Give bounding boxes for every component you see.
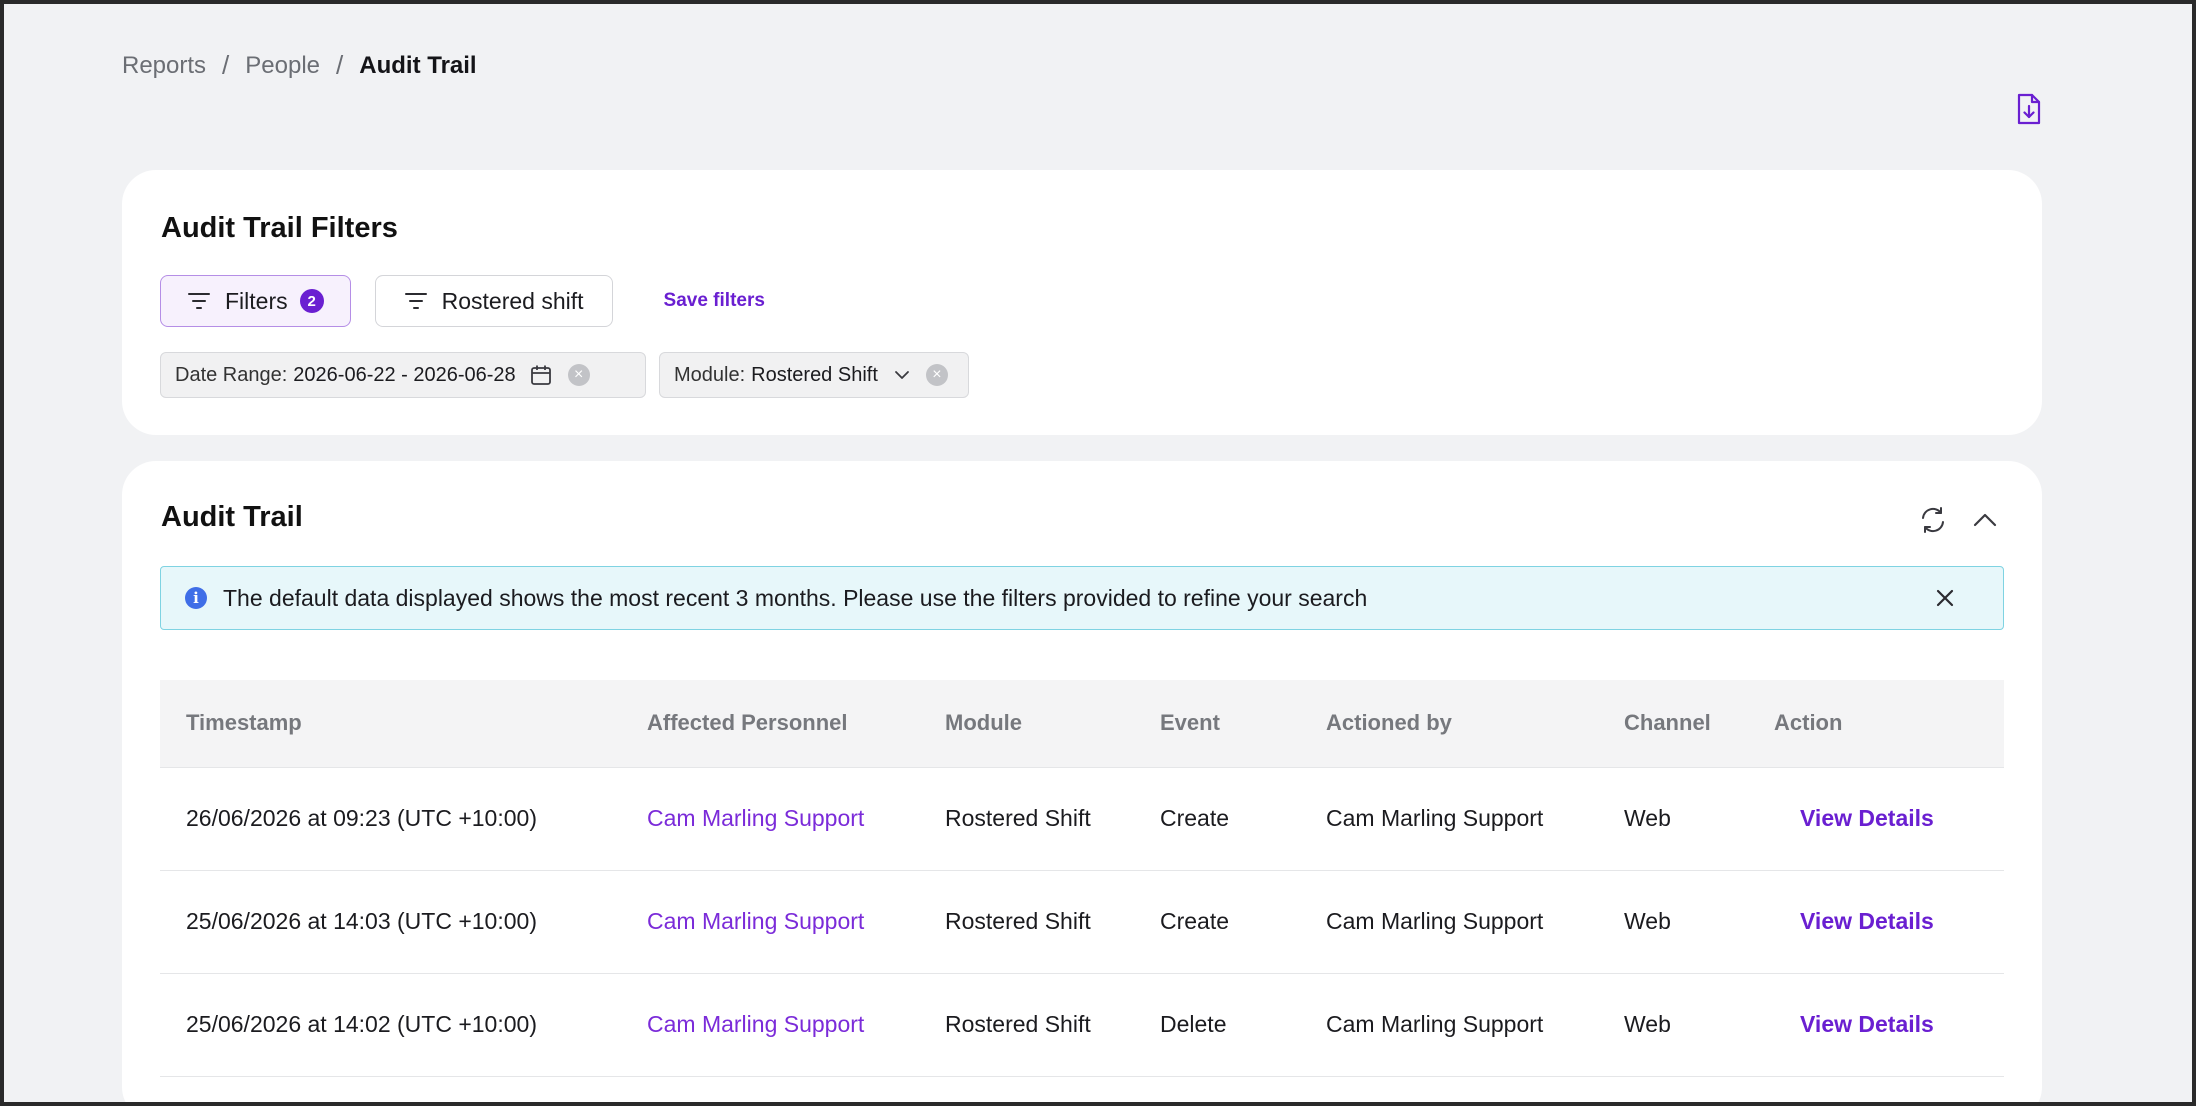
table-row: 26/06/2026 at 09:23 (UTC +10:00) Cam Mar…: [160, 767, 2004, 870]
module-chip-label: Module:: [674, 363, 746, 386]
column-header-affected-personnel[interactable]: Affected Personnel: [621, 680, 919, 767]
filters-button-label: Filters: [225, 287, 288, 314]
breadcrumb-separator: /: [336, 50, 344, 80]
breadcrumb-separator: /: [222, 50, 230, 80]
filter-button-row: Filters 2 Rostered shift Save filters: [160, 275, 765, 327]
table-row: 25/06/2026 at 14:02 (UTC +10:00) Cam Mar…: [160, 973, 2004, 1076]
audit-trail-card: Audit Trail i The default data displayed…: [122, 461, 2042, 1106]
table-row: 25/06/2026 at 14:03 (UTC +10:00) Cam Mar…: [160, 870, 2004, 973]
refresh-icon[interactable]: [1916, 503, 1950, 537]
cell-module: Rostered Shift: [945, 908, 1091, 934]
cell-channel: Web: [1624, 908, 1671, 934]
table-header-row: Timestamp Affected Personnel Module Even…: [160, 680, 2004, 767]
file-download-icon[interactable]: [2012, 90, 2046, 128]
filter-lines-icon: [187, 291, 211, 311]
chevron-down-icon[interactable]: [894, 370, 910, 380]
column-header-event[interactable]: Event: [1134, 680, 1300, 767]
date-range-chip-value: 2026-06-22 - 2026-06-28: [293, 363, 516, 386]
audit-trail-table: Timestamp Affected Personnel Module Even…: [160, 680, 2004, 1077]
clear-date-range-icon[interactable]: ×: [567, 364, 590, 386]
info-banner-text: The default data displayed shows the mos…: [223, 584, 1368, 611]
filter-lines-icon: [404, 291, 428, 311]
cell-action: View Details: [1748, 870, 2004, 973]
cell-actioned-by: Cam Marling Support: [1326, 805, 1544, 831]
rostered-shift-label: Rostered shift: [441, 287, 584, 314]
view-details-link[interactable]: View Details: [1800, 908, 1934, 934]
cell-timestamp: 25/06/2026 at 14:02 (UTC +10:00): [186, 1011, 537, 1037]
audit-trail-title: Audit Trail: [161, 501, 303, 533]
cell-affected-personnel-link[interactable]: Cam Marling Support: [621, 767, 919, 870]
breadcrumb: Reports / People / Audit Trail: [122, 50, 477, 81]
date-range-chip[interactable]: Date Range: 2026-06-22 - 2026-06-28 ×: [160, 352, 646, 398]
cell-module: Rostered Shift: [945, 805, 1091, 831]
cell-event: Create: [1160, 805, 1230, 831]
cell-channel: Web: [1624, 1011, 1671, 1037]
module-chip[interactable]: Module: Rostered Shift ×: [659, 352, 969, 398]
filters-card: Audit Trail Filters Filters 2 Rostered s…: [122, 170, 2042, 435]
column-header-action: Action: [1774, 710, 1843, 736]
cell-timestamp: 25/06/2026 at 14:03 (UTC +10:00): [186, 908, 537, 934]
info-banner: i The default data displayed shows the m…: [160, 566, 2004, 630]
cell-affected-personnel-link[interactable]: Cam Marling Support: [621, 973, 919, 1076]
filters-count-badge: 2: [299, 289, 324, 313]
column-header-timestamp[interactable]: Timestamp: [160, 680, 621, 767]
calendar-icon[interactable]: [530, 364, 552, 386]
filters-button[interactable]: Filters 2: [160, 275, 351, 327]
column-header-module[interactable]: Module: [919, 680, 1134, 767]
column-header-channel[interactable]: Channel: [1598, 680, 1748, 767]
breadcrumb-people[interactable]: People: [245, 52, 320, 80]
cell-module: Rostered Shift: [945, 1011, 1091, 1037]
cell-actioned-by: Cam Marling Support: [1326, 908, 1544, 934]
cell-channel: Web: [1624, 805, 1671, 831]
module-chip-value: Rostered Shift: [751, 363, 878, 386]
save-filters-link[interactable]: Save filters: [664, 290, 765, 312]
view-details-link[interactable]: View Details: [1800, 1011, 1934, 1037]
filters-card-title: Audit Trail Filters: [161, 212, 398, 244]
cell-timestamp: 26/06/2026 at 09:23 (UTC +10:00): [186, 805, 537, 831]
cell-actioned-by: Cam Marling Support: [1326, 1011, 1544, 1037]
active-filter-chips: Date Range: 2026-06-22 - 2026-06-28 × Mo…: [160, 352, 969, 398]
cell-action: View Details: [1748, 973, 2004, 1076]
close-icon[interactable]: [1931, 584, 1959, 612]
cell-event: Create: [1160, 908, 1230, 934]
view-details-link[interactable]: View Details: [1800, 805, 1934, 831]
chevron-up-icon[interactable]: [1968, 503, 2002, 537]
clear-module-icon[interactable]: ×: [925, 364, 948, 386]
cell-action: View Details: [1748, 767, 2004, 870]
column-header-actioned-by[interactable]: Actioned by: [1300, 680, 1598, 767]
audit-trail-actions: [1916, 503, 2002, 537]
breadcrumb-reports[interactable]: Reports: [122, 52, 206, 80]
cell-event: Delete: [1160, 1011, 1227, 1037]
breadcrumb-current: Audit Trail: [359, 51, 477, 79]
rostered-shift-button[interactable]: Rostered shift: [374, 275, 613, 327]
cell-affected-personnel-link[interactable]: Cam Marling Support: [621, 870, 919, 973]
info-icon: i: [185, 587, 207, 609]
date-range-chip-label: Date Range:: [175, 363, 288, 386]
